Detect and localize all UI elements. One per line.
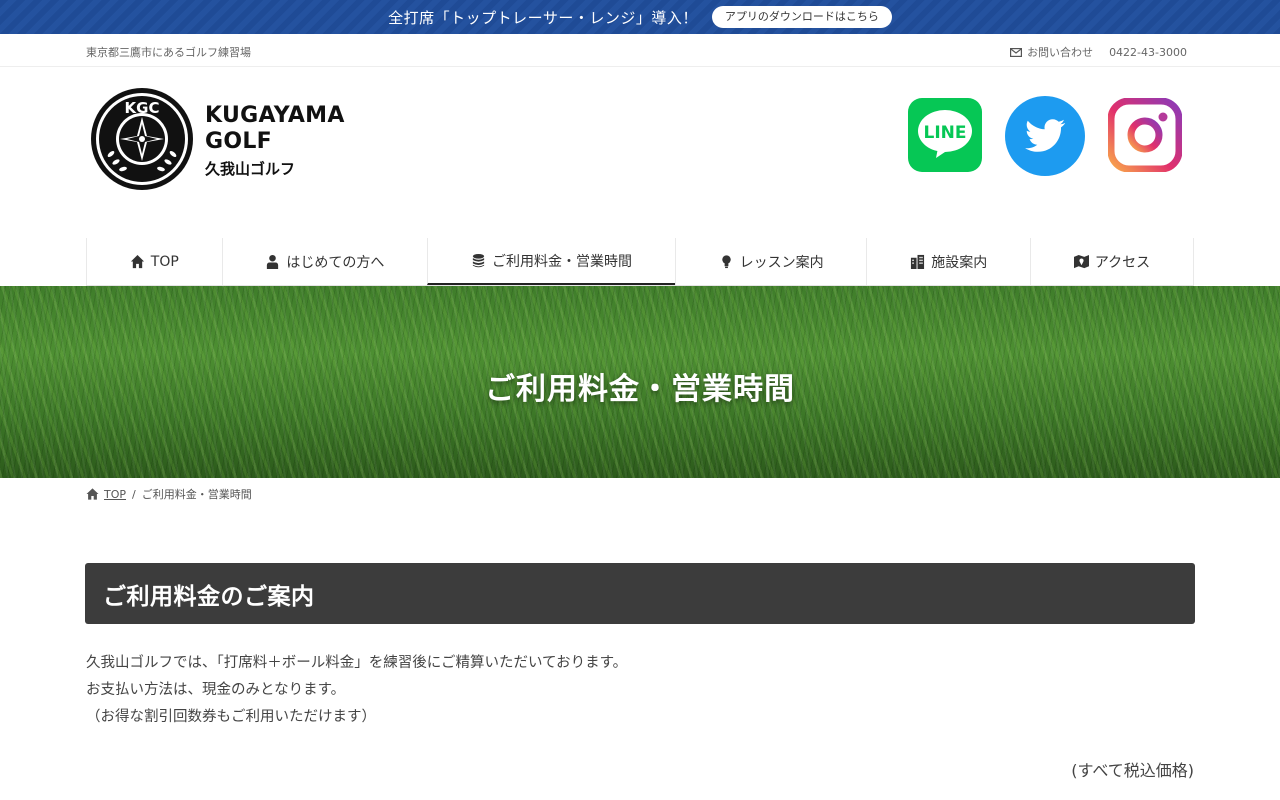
tax-note: (すべて税込価格) bbox=[1071, 761, 1194, 780]
coins-icon bbox=[472, 253, 485, 268]
logo-wordmark[interactable]: KUGAYAMA GOLF 久我山ゴルフ bbox=[205, 103, 345, 181]
user-icon bbox=[267, 254, 279, 269]
intro-line: お支払い方法は、現金のみとなります。 bbox=[86, 682, 346, 698]
mail-icon bbox=[1010, 47, 1023, 57]
contact-link[interactable]: お問い合わせ bbox=[1010, 44, 1093, 60]
nav-label: TOP bbox=[150, 253, 179, 270]
emblem-letters: KGC bbox=[125, 99, 160, 117]
line-icon[interactable]: LINE bbox=[908, 98, 982, 172]
nav-item-lessons[interactable]: レッスン案内 bbox=[674, 238, 867, 285]
logo-line1: KUGAYAMA bbox=[205, 103, 345, 128]
nav-item-pricing[interactable]: ご利用料金・営業時間 bbox=[427, 238, 675, 285]
logo-emblem[interactable]: KGC bbox=[89, 86, 195, 192]
pricing-intro: 久我山ゴルフでは、「打席料＋ボール料金」を練習後にご精算いただいております。 お… bbox=[86, 650, 627, 731]
building-icon bbox=[911, 254, 925, 269]
main-nav: TOP はじめての方へ ご利用料金・営業時間 レッスン案内 施設案内 アクセス bbox=[86, 238, 1194, 286]
breadcrumb-separator: / bbox=[132, 487, 136, 501]
breadcrumb-home-link[interactable]: TOP bbox=[86, 488, 126, 501]
line-text: LINE bbox=[924, 123, 967, 143]
lightbulb-icon bbox=[721, 255, 731, 269]
nav-item-facilities[interactable]: 施設案内 bbox=[866, 238, 1030, 285]
contact-label: お問い合わせ bbox=[1027, 46, 1094, 59]
nav-label: ご利用料金・営業時間 bbox=[492, 253, 633, 270]
nav-label: 施設案内 bbox=[931, 254, 988, 271]
phone-number[interactable]: 0422-43-3000 bbox=[1109, 46, 1187, 59]
nav-item-beginners[interactable]: はじめての方へ bbox=[221, 238, 428, 285]
twitter-icon[interactable] bbox=[1005, 96, 1085, 176]
announcement-text: 全打席「トップトレーサー・レンジ」導入！ bbox=[388, 8, 698, 27]
logo-line2: GOLF bbox=[205, 129, 273, 154]
nav-label: はじめての方へ bbox=[286, 254, 385, 271]
nav-item-access[interactable]: アクセス bbox=[1030, 238, 1194, 285]
hero-banner: ご利用料金・営業時間 bbox=[0, 286, 1280, 478]
intro-line: 久我山ゴルフでは、「打席料＋ボール料金」を練習後にご精算いただいております。 bbox=[86, 655, 628, 671]
breadcrumb-home-label: TOP bbox=[104, 487, 127, 501]
home-icon bbox=[86, 488, 99, 500]
contact-info: お問い合わせ 0422-43-3000 bbox=[1010, 44, 1187, 60]
announcement-bar: 全打席「トップトレーサー・レンジ」導入！ アプリのダウンロードはこちら bbox=[0, 0, 1280, 34]
intro-line: （お得な割引回数券もご利用いただけます） bbox=[86, 709, 376, 725]
nav-label: レッスン案内 bbox=[739, 254, 824, 271]
app-download-button[interactable]: アプリのダウンロードはこちら bbox=[711, 6, 892, 28]
nav-label: アクセス bbox=[1094, 254, 1151, 271]
utility-bar: 東京都三鷹市にあるゴルフ練習場 お問い合わせ 0422-43-3000 bbox=[0, 34, 1280, 67]
breadcrumb-current: ご利用料金・営業時間 bbox=[141, 488, 252, 501]
hero-title: ご利用料金・営業時間 bbox=[485, 372, 795, 407]
section-heading: ご利用料金のご案内 bbox=[85, 563, 1195, 624]
section-title: ご利用料金のご案内 bbox=[103, 583, 315, 610]
breadcrumb: TOP / ご利用料金・営業時間 bbox=[86, 486, 252, 502]
instagram-icon[interactable] bbox=[1108, 98, 1182, 172]
nav-item-top[interactable]: TOP bbox=[86, 238, 222, 285]
site-tagline: 東京都三鷹市にあるゴルフ練習場 bbox=[86, 46, 251, 59]
logo-japanese: 久我山ゴルフ bbox=[205, 160, 296, 178]
home-icon bbox=[130, 254, 144, 269]
map-icon bbox=[1073, 254, 1089, 269]
